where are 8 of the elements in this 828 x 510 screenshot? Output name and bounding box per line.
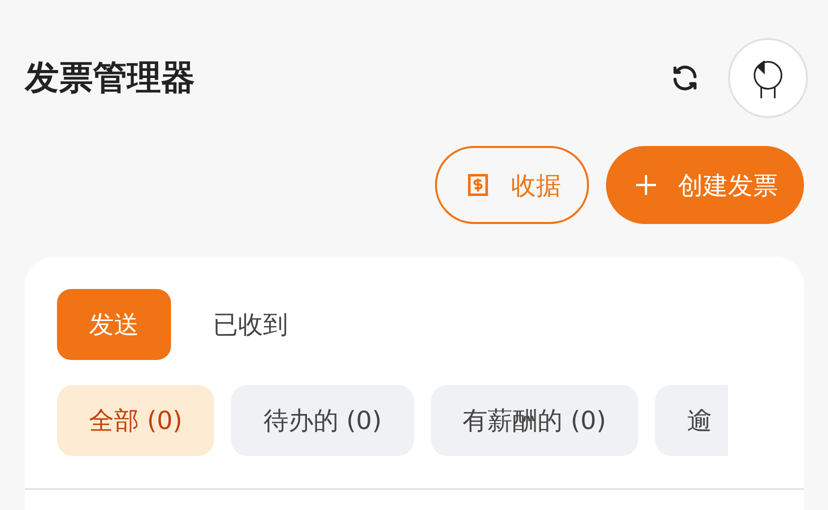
plus-icon xyxy=(634,173,658,197)
receipt-icon xyxy=(465,172,491,198)
tab[interactable]: 已收到 xyxy=(181,289,320,360)
filter-chip[interactable]: 逾 xyxy=(655,385,728,456)
app-title: 发票管理器 xyxy=(25,57,195,100)
filter-chip[interactable]: 有薪酬的 (0) xyxy=(430,385,638,456)
filter-chip[interactable]: 待办的 (0) xyxy=(231,385,414,456)
filter-chip[interactable]: 全部 (0) xyxy=(57,385,214,456)
